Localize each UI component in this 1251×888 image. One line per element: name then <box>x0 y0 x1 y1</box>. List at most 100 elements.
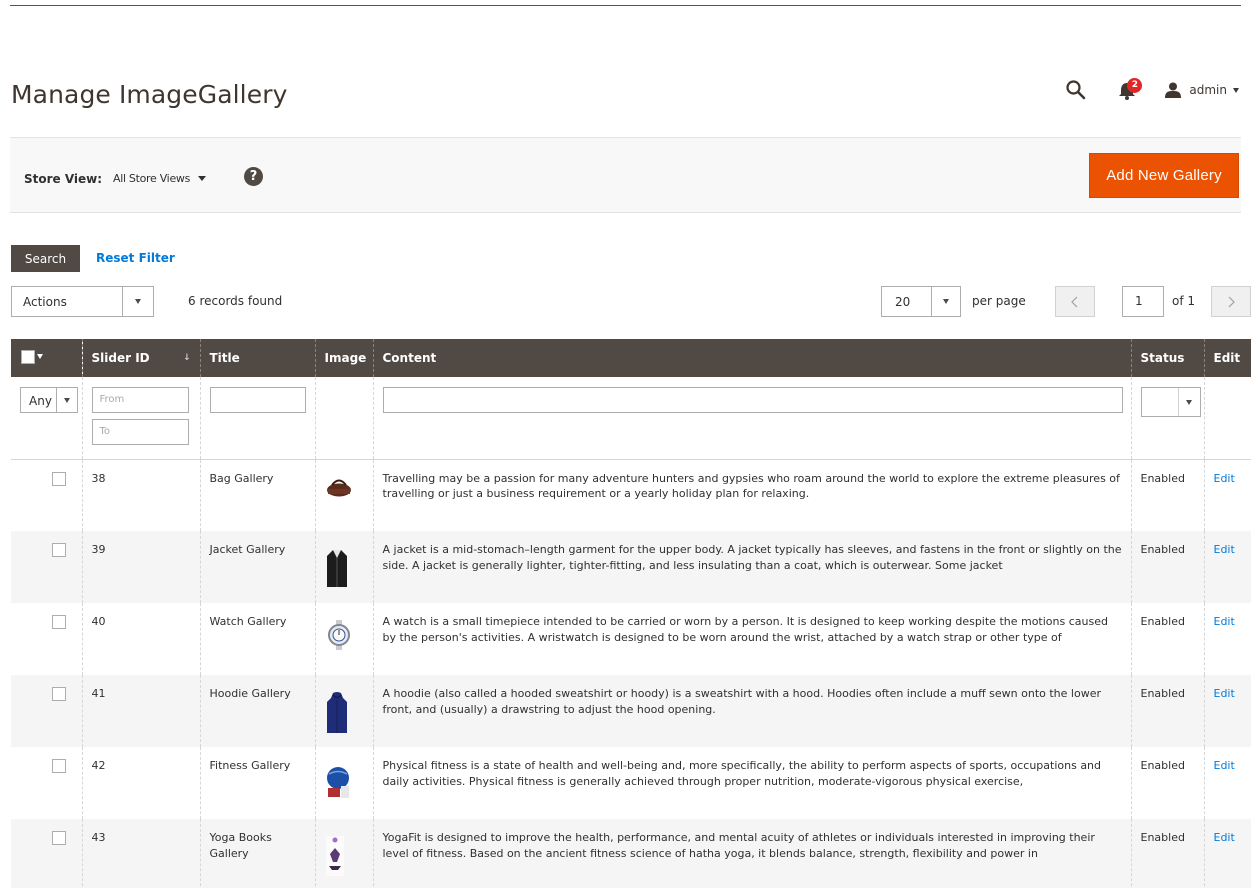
cell-content: Physical fitness is a state of health an… <box>372 747 1131 819</box>
per-page-value: 20 <box>895 295 911 309</box>
table-row[interactable]: 39 Jacket Gallery A jacket is a mid-stomac… <box>11 531 1251 603</box>
row-checkbox[interactable] <box>52 687 66 701</box>
cell-content: A hoodie (also called a hooded sweatshir… <box>372 675 1131 747</box>
edit-link[interactable]: Edit <box>1214 831 1235 844</box>
column-status[interactable]: Status <box>1130 339 1204 377</box>
column-slider-id[interactable]: Slider ID ↓ <box>81 339 200 377</box>
table-row[interactable]: 43 Yoga Books Gallery YogaFit is designed … <box>11 819 1251 888</box>
store-view-switcher[interactable]: All Store Views <box>113 172 207 185</box>
cell-slider-id: 41 <box>81 675 200 747</box>
table-row[interactable]: 38 Bag Gallery Travelling may be a passion… <box>11 459 1251 531</box>
cell-status: Enabled <box>1130 747 1204 819</box>
actions-label: Actions <box>23 295 67 309</box>
mass-actions-select[interactable]: Actions <box>11 286 154 317</box>
cell-title: Watch Gallery <box>199 603 315 675</box>
prev-page-button[interactable] <box>1055 286 1095 317</box>
mass-select-header[interactable] <box>11 339 82 377</box>
cell-image <box>314 459 373 531</box>
row-checkbox[interactable] <box>52 831 66 845</box>
records-found: 6 records found <box>188 294 283 308</box>
cell-image <box>314 747 373 819</box>
chevron-left-icon <box>1071 296 1078 307</box>
help-icon[interactable]: ? <box>244 167 263 186</box>
row-checkbox[interactable] <box>52 759 66 773</box>
search-icon[interactable] <box>1065 79 1087 101</box>
search-button[interactable]: Search <box>11 245 80 272</box>
cell-content: Travelling may be a passion for many adv… <box>372 459 1131 531</box>
reset-filter-link[interactable]: Reset Filter <box>96 251 175 265</box>
cell-status: Enabled <box>1130 459 1204 531</box>
row-checkbox[interactable] <box>52 615 66 629</box>
add-new-gallery-button[interactable]: Add New Gallery <box>1089 153 1239 198</box>
slider-id-from-input[interactable]: From <box>91 387 189 413</box>
dropdown-arrow-icon <box>122 287 153 316</box>
notification-badge: 2 <box>1127 78 1143 93</box>
top-divider <box>10 5 1241 6</box>
edit-link[interactable]: Edit <box>1214 543 1235 556</box>
admin-username: admin <box>1189 83 1227 97</box>
status-filter-select[interactable] <box>1140 387 1201 417</box>
user-icon <box>1165 82 1182 98</box>
table-row[interactable]: 40 Watch Gallery A watch is a small timepi… <box>11 603 1251 675</box>
per-page-select[interactable]: 20 <box>881 286 961 317</box>
mass-filter-any-select[interactable]: Any <box>20 387 78 413</box>
sort-arrow-icon: ↓ <box>182 353 191 363</box>
column-image: Image <box>314 339 373 377</box>
grid-header-row: Slider ID ↓ Title Image Content Status Ed… <box>11 339 1251 377</box>
store-view-label: Store View: <box>24 172 103 186</box>
cell-title: Bag Gallery <box>199 459 315 531</box>
column-title[interactable]: Title <box>199 339 315 377</box>
store-view-selected: All Store Views <box>113 172 191 185</box>
any-value: Any <box>29 394 52 408</box>
next-page-button[interactable] <box>1211 286 1251 317</box>
cell-content: A jacket is a mid-stomach–length garment… <box>372 531 1131 603</box>
cell-content: A watch is a small timepiece intended to… <box>372 603 1131 675</box>
admin-user-menu[interactable]: admin <box>1165 82 1239 98</box>
edit-link[interactable]: Edit <box>1214 472 1235 485</box>
cell-image <box>314 531 373 603</box>
table-row[interactable]: 42 Fitness Gallery Physical fitness is a s… <box>11 747 1251 819</box>
fitness-thumbnail <box>326 764 364 803</box>
header-actions: 2 admin <box>1065 78 1239 102</box>
cell-slider-id: 42 <box>81 747 200 819</box>
row-checkbox[interactable] <box>52 471 66 486</box>
cell-status: Enabled <box>1130 531 1204 603</box>
cell-title: Jacket Gallery <box>199 531 315 603</box>
dropdown-arrow-icon <box>56 388 77 412</box>
cell-slider-id: 43 <box>81 819 200 888</box>
title-filter-input[interactable] <box>209 387 306 413</box>
cell-image <box>314 675 373 747</box>
dropdown-arrow-icon <box>931 287 960 316</box>
cell-image <box>314 603 373 675</box>
chevron-down-icon <box>1233 87 1239 93</box>
edit-link[interactable]: Edit <box>1214 759 1235 772</box>
column-content[interactable]: Content <box>372 339 1131 377</box>
hoodie-thumbnail <box>326 692 364 739</box>
yoga-thumbnail <box>325 836 364 881</box>
notifications-button[interactable]: 2 <box>1117 78 1143 101</box>
page-number-input[interactable]: 1 <box>1122 286 1164 317</box>
per-page-label: per page <box>972 294 1026 308</box>
select-all-checkbox[interactable] <box>21 349 35 364</box>
edit-link[interactable]: Edit <box>1214 687 1235 700</box>
table-row[interactable]: 41 Hoodie Gallery A hoodie (also called a … <box>11 675 1251 747</box>
cell-slider-id: 39 <box>81 531 200 603</box>
watch-thumbnail <box>326 620 364 655</box>
content-filter-input[interactable] <box>382 387 1123 413</box>
cell-status: Enabled <box>1130 675 1204 747</box>
grid-filter-row: Any From To <box>11 377 1251 460</box>
chevron-right-icon <box>1228 296 1235 307</box>
cell-status: Enabled <box>1130 603 1204 675</box>
jacket-thumbnail <box>326 548 364 593</box>
row-checkbox[interactable] <box>52 543 66 557</box>
cell-title: Fitness Gallery <box>199 747 315 819</box>
cell-content: YogaFit is designed to improve the healt… <box>372 819 1131 888</box>
slider-id-to-input[interactable]: To <box>91 419 189 445</box>
page-title: Manage ImageGallery <box>11 80 288 109</box>
edit-link[interactable]: Edit <box>1214 615 1235 628</box>
mass-select-dropdown-icon[interactable] <box>35 350 45 364</box>
cell-title: Yoga Books Gallery <box>199 819 315 888</box>
chevron-down-icon <box>198 176 207 181</box>
page-total: of 1 <box>1172 294 1196 308</box>
cell-status: Enabled <box>1130 819 1204 888</box>
